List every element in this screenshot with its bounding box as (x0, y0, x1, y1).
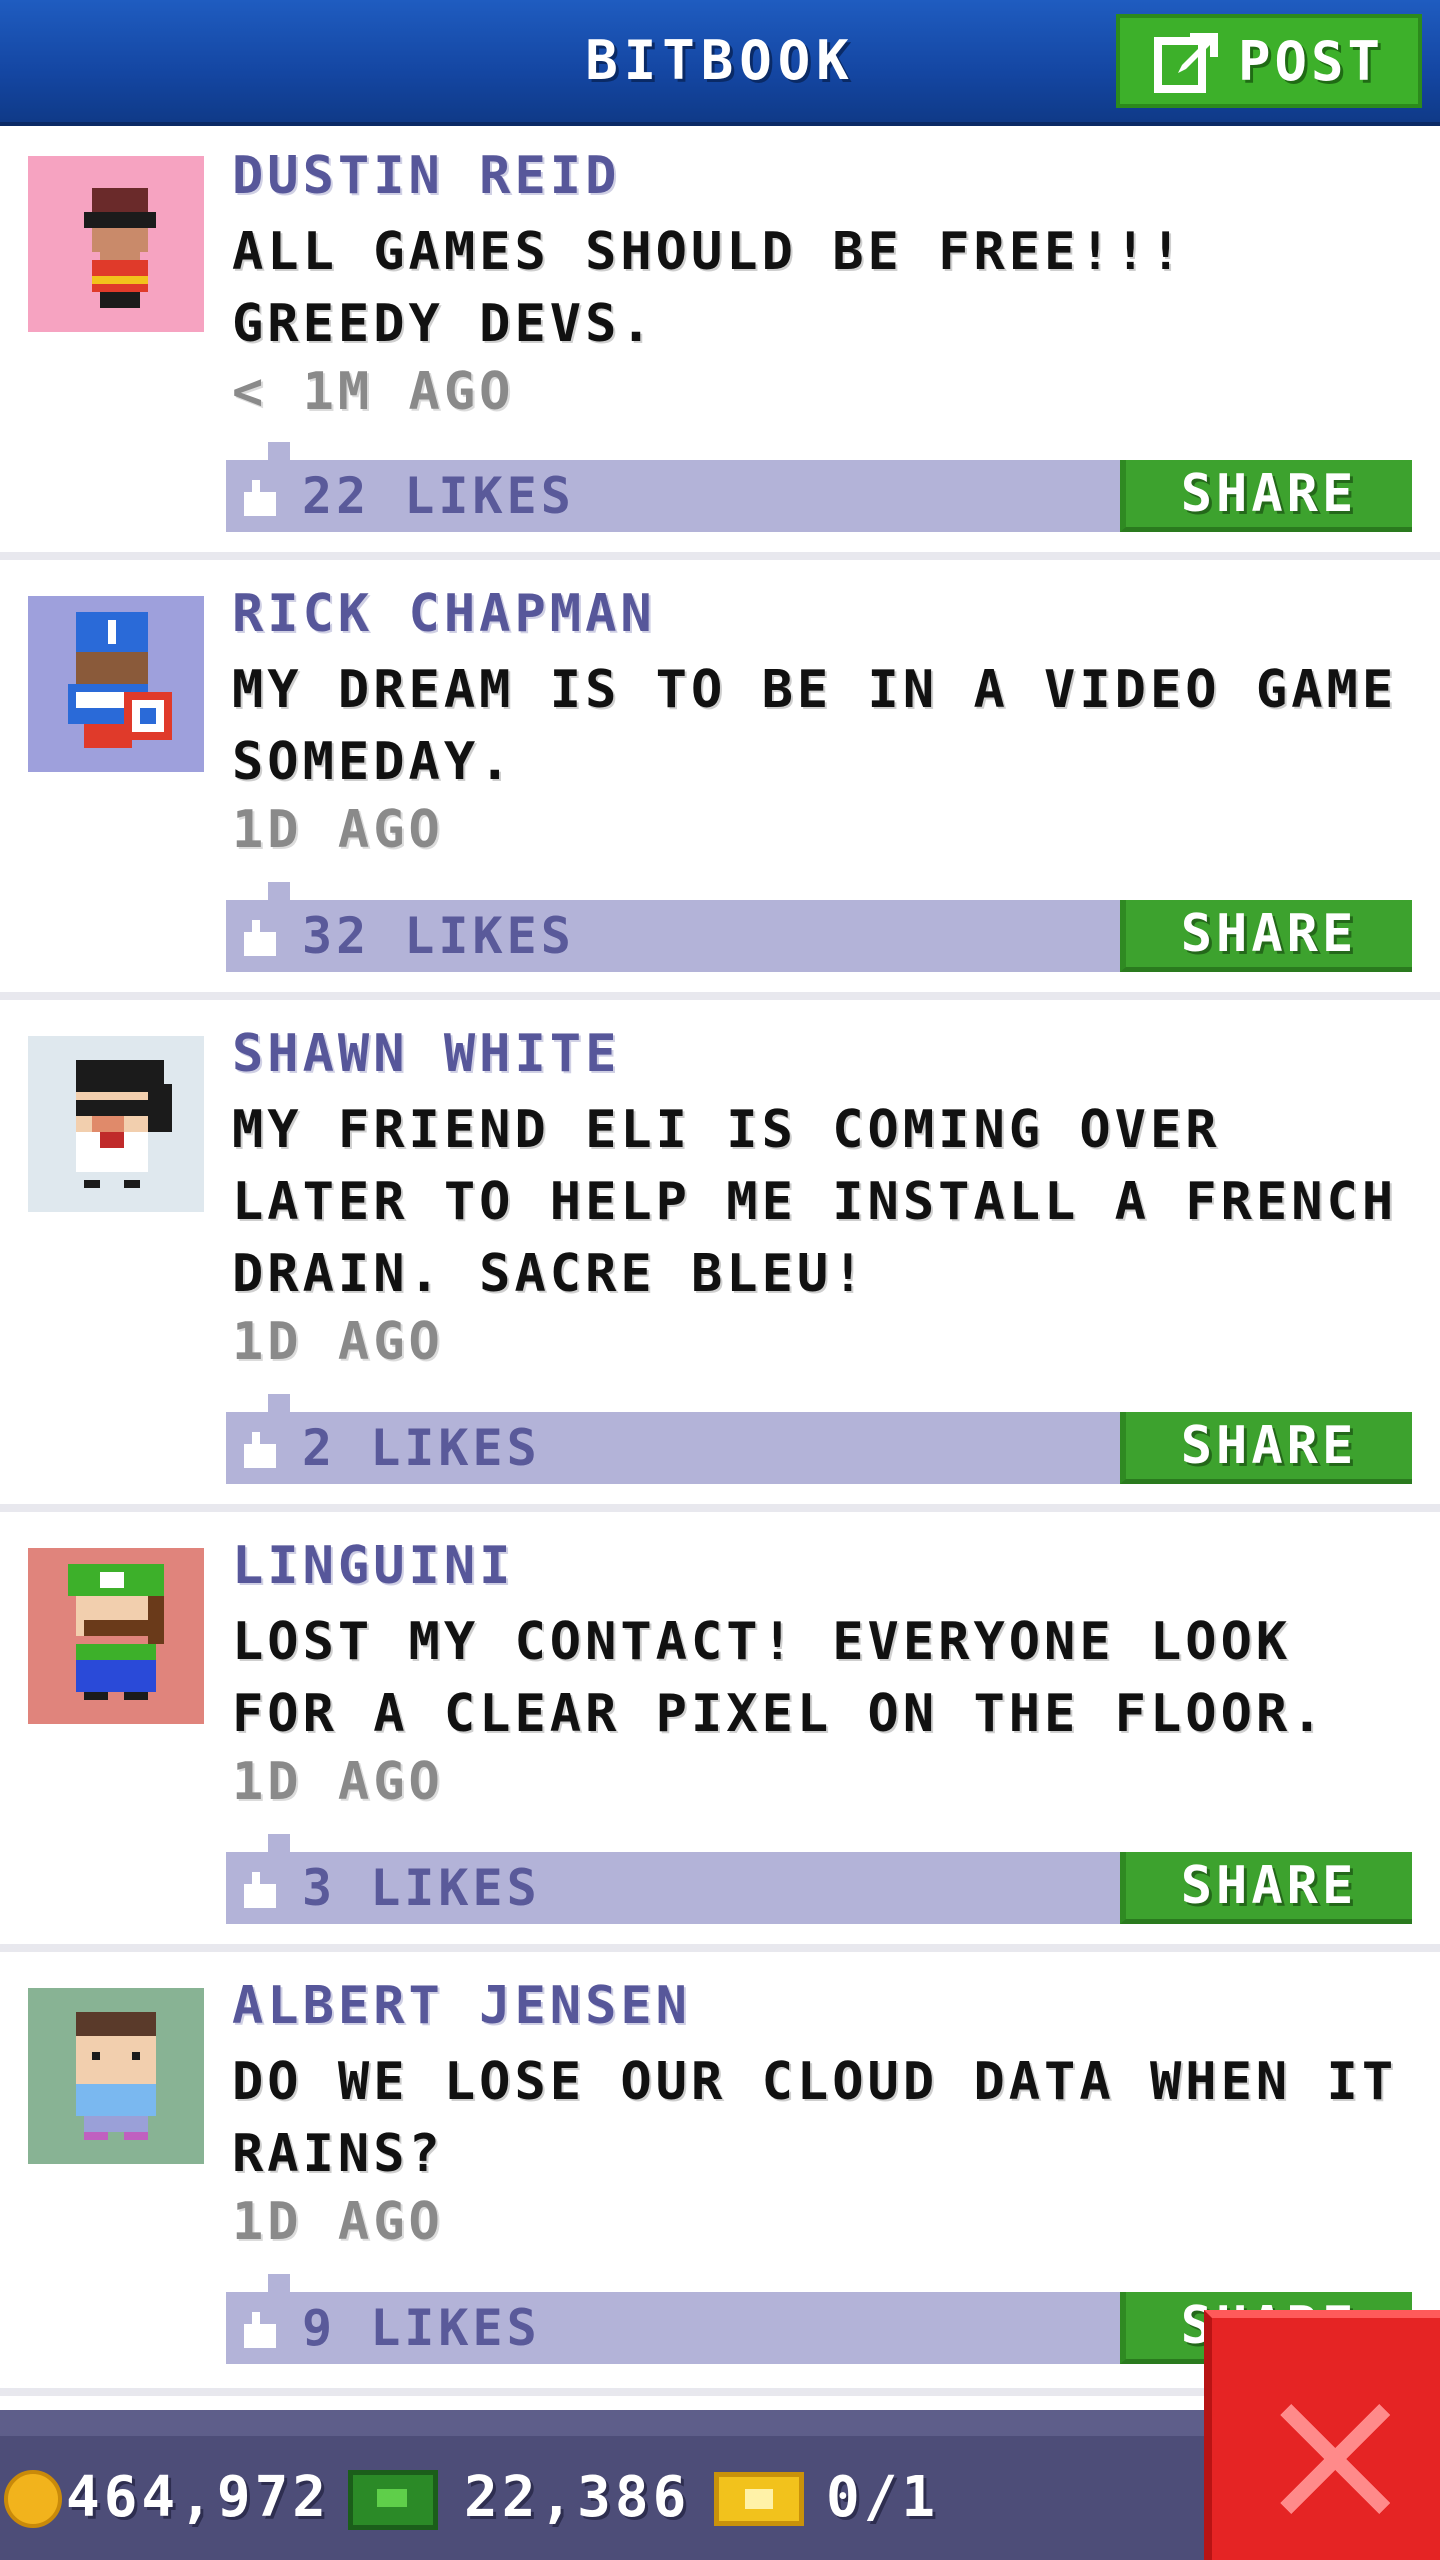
bitizen-sunglasses-icon (28, 1036, 204, 1212)
tickets-value: 0/1 (826, 2465, 940, 2530)
feed-post: SHAWN WHITE MY FRIEND ELI IS COMING OVER… (0, 1000, 1440, 1512)
post-time: 1D AGO (232, 1752, 444, 1812)
post-time: < 1M AGO (232, 362, 515, 422)
avatar (28, 1548, 204, 1724)
bitizen-captain-icon (28, 596, 204, 772)
feed-post: LINGUINI LOST MY CONTACT! EVERYONE LOOK … (0, 1512, 1440, 1952)
post-author[interactable]: LINGUINI (232, 1536, 514, 1596)
post-message: DO WE LOSE OUR CLOUD DATA WHEN IT RAINS? (232, 2052, 1398, 2184)
like-icon (244, 1432, 276, 1468)
feed-post: DUSTIN REID ALL GAMES SHOULD BE FREE!!! … (0, 126, 1440, 560)
post-message: ALL GAMES SHOULD BE FREE!!! GREEDY DEVS. (232, 222, 1186, 354)
post-time: 1D AGO (232, 1312, 444, 1372)
post-author[interactable]: SHAWN WHITE (232, 1024, 620, 1084)
post-message: LOST MY CONTACT! EVERYONE LOOK FOR A CLE… (232, 1612, 1327, 1744)
post-button[interactable]: POST (1116, 14, 1422, 108)
post-time: 1D AGO (232, 2192, 444, 2252)
post-author[interactable]: DUSTIN REID (232, 146, 620, 206)
likes-count: 3 LIKES (302, 1859, 541, 1917)
divider (0, 552, 1440, 560)
coins-value: 464,972 (66, 2465, 331, 2530)
compose-icon (1153, 33, 1218, 93)
like-icon (244, 480, 276, 516)
bitizen-casual-icon (28, 1988, 204, 2164)
avatar (28, 596, 204, 772)
coin-icon (4, 2470, 62, 2528)
like-icon (244, 1872, 276, 1908)
share-button[interactable]: SHARE (1120, 460, 1412, 532)
like-bar[interactable]: 32 LIKES SHARE (226, 882, 1412, 972)
ticket-icon (714, 2472, 804, 2526)
likes-count: 9 LIKES (302, 2299, 541, 2357)
top-bar: BITBOOK POST (0, 0, 1440, 126)
post-button-label: POST (1237, 29, 1385, 93)
bux-icon (348, 2470, 438, 2530)
avatar (28, 156, 204, 332)
divider (0, 1504, 1440, 1512)
divider (0, 1944, 1440, 1952)
avatar (28, 1988, 204, 2164)
post-author[interactable]: ALBERT JENSEN (232, 1976, 691, 2036)
share-button[interactable]: SHARE (1120, 1412, 1412, 1484)
bitizen-plumber-icon (28, 1548, 204, 1724)
avatar (28, 1036, 204, 1212)
divider (0, 992, 1440, 1000)
share-button[interactable]: SHARE (1120, 1852, 1412, 1924)
like-icon (244, 2312, 276, 2348)
share-button[interactable]: SHARE (1120, 900, 1412, 972)
likes-count: 2 LIKES (302, 1419, 541, 1477)
post-time: 1D AGO (232, 800, 444, 860)
like-bar[interactable]: 3 LIKES SHARE (226, 1834, 1412, 1924)
close-button[interactable] (1204, 2310, 1440, 2560)
bitizen-bandit-icon (28, 156, 204, 332)
likes-count: 32 LIKES (302, 907, 575, 965)
feed-post: RICK CHAPMAN MY DREAM IS TO BE IN A VIDE… (0, 560, 1440, 1000)
post-author[interactable]: RICK CHAPMAN (232, 584, 656, 644)
close-icon (1280, 2404, 1390, 2514)
like-bar[interactable]: 2 LIKES SHARE (226, 1394, 1412, 1484)
likes-count: 22 LIKES (302, 467, 575, 525)
like-icon (244, 920, 276, 956)
like-bar[interactable]: 22 LIKES SHARE (226, 442, 1412, 532)
bux-value: 22,386 (464, 2465, 691, 2530)
post-message: MY FRIEND ELI IS COMING OVER LATER TO HE… (232, 1100, 1398, 1304)
post-message: MY DREAM IS TO BE IN A VIDEO GAME SOMEDA… (232, 660, 1398, 792)
